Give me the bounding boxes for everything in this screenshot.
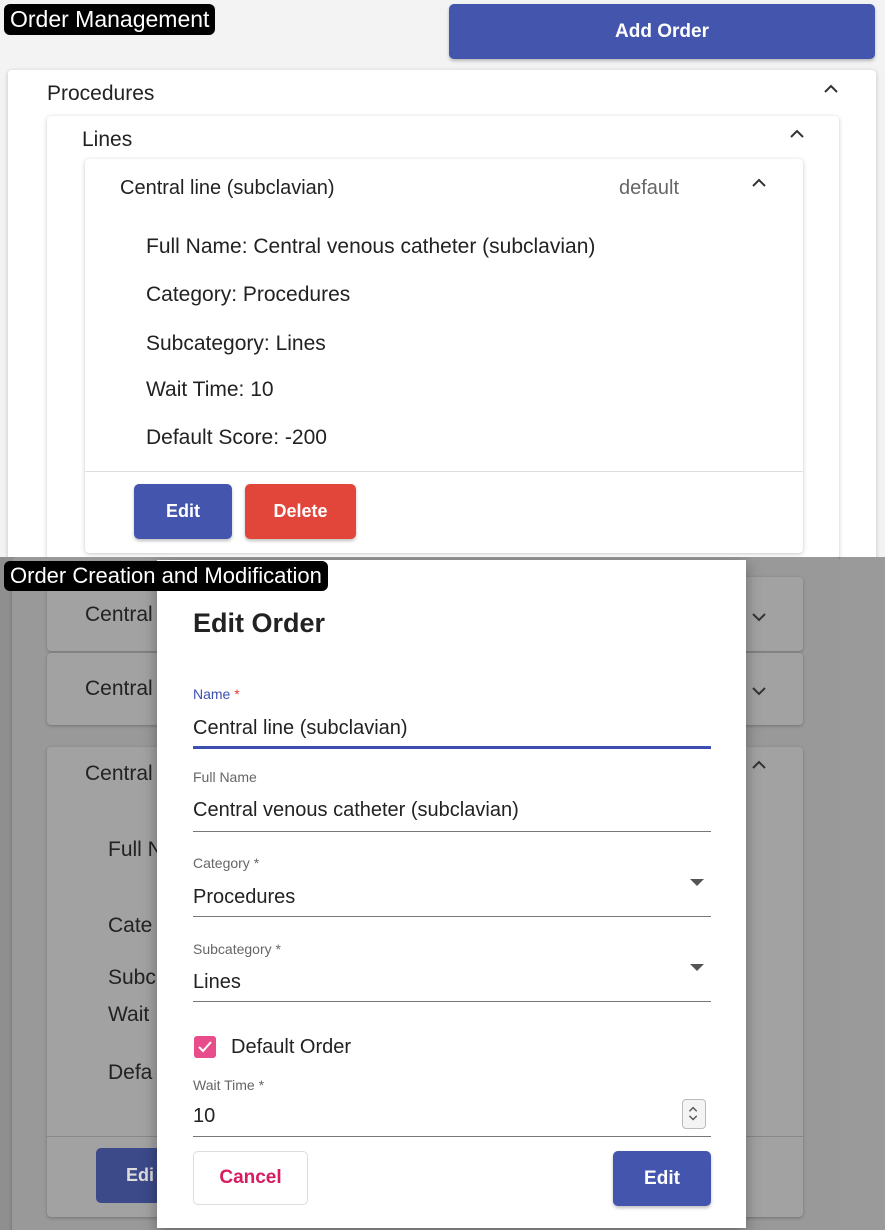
subcategory-underline — [193, 1001, 711, 1002]
background-row-name: Central — [85, 603, 153, 626]
chevron-up-icon[interactable] — [787, 124, 807, 144]
background-detail-category: Cate — [108, 914, 153, 937]
category-label: Category * — [193, 855, 260, 871]
category-underline — [193, 916, 711, 917]
add-order-button[interactable]: Add Order — [449, 4, 875, 59]
background-gutter — [840, 557, 885, 1230]
name-input[interactable]: Central line (subclavian) — [193, 717, 408, 740]
dropdown-caret-icon[interactable] — [690, 879, 704, 886]
background-detail-default-score: Defa — [108, 1061, 153, 1084]
dropdown-caret-icon[interactable] — [690, 964, 704, 971]
card-divider — [85, 471, 803, 472]
detail-full-name: Full Name: Central venous catheter (subc… — [146, 235, 596, 258]
default-order-label[interactable]: Default Order — [231, 1036, 351, 1059]
name-label-text: Name — [193, 686, 231, 702]
chevron-down-icon[interactable] — [749, 681, 769, 701]
procedures-panel: Procedures Lines Central line (subclavia… — [8, 70, 876, 586]
subcategory-select[interactable]: Lines — [193, 971, 241, 994]
section-caption-order-creation: Order Creation and Modification — [4, 561, 328, 592]
chevron-down-icon[interactable] — [749, 607, 769, 627]
edit-button[interactable]: Edit — [134, 484, 232, 539]
checkmark-icon — [198, 1041, 212, 1053]
background-detail-wait-time: Wait — [108, 1003, 150, 1026]
chevron-up-icon[interactable] — [749, 755, 769, 775]
order-edit-view: Central Central Central Full N Cate Subc… — [0, 557, 885, 1230]
full-name-underline — [193, 831, 711, 832]
background-card-name: Central — [85, 762, 153, 785]
section-caption-order-management: Order Management — [4, 4, 216, 36]
default-order-checkbox[interactable] — [194, 1036, 216, 1058]
wait-time-underline — [193, 1136, 711, 1137]
order-item-name[interactable]: Central line (subclavian) — [120, 177, 335, 200]
lines-header[interactable]: Lines — [82, 128, 132, 152]
wait-time-input[interactable]: 10 — [193, 1105, 215, 1128]
chevron-up-icon[interactable] — [821, 79, 841, 99]
full-name-input[interactable]: Central venous catheter (subclavian) — [193, 799, 519, 822]
detail-category: Category: Procedures — [146, 283, 351, 306]
full-name-label: Full Name — [193, 769, 257, 785]
order-management-view: Order Management Add Order Procedures Li… — [0, 0, 885, 586]
lines-panel: Lines Central line (subclavian) default … — [47, 116, 839, 586]
background-detail-subcategory: Subc — [108, 966, 156, 989]
subcategory-label: Subcategory * — [193, 941, 281, 957]
category-select[interactable]: Procedures — [193, 886, 295, 909]
dialog-title: Edit Order — [193, 608, 326, 638]
order-item-card: Central line (subclavian) default Full N… — [85, 159, 803, 553]
detail-wait-time: Wait Time: 10 — [146, 378, 274, 401]
stepper-icon[interactable] — [682, 1099, 706, 1129]
name-input-underline — [193, 746, 711, 749]
name-label: Name * — [193, 686, 240, 702]
cancel-button[interactable]: Cancel — [193, 1151, 308, 1205]
detail-default-score: Default Score: -200 — [146, 426, 327, 449]
default-badge: default — [619, 177, 680, 199]
chevron-up-icon[interactable] — [749, 173, 769, 193]
background-detail-full-name: Full N — [108, 838, 163, 861]
wait-time-label: Wait Time * — [193, 1077, 265, 1093]
edit-order-dialog: Edit Order Name * Central line (subclavi… — [157, 560, 746, 1228]
background-row-name: Central — [85, 677, 153, 700]
procedures-header[interactable]: Procedures — [47, 82, 154, 106]
delete-button[interactable]: Delete — [245, 484, 356, 539]
dialog-edit-button[interactable]: Edit — [613, 1151, 711, 1206]
detail-subcategory: Subcategory: Lines — [146, 332, 326, 355]
required-asterisk: * — [234, 686, 240, 702]
